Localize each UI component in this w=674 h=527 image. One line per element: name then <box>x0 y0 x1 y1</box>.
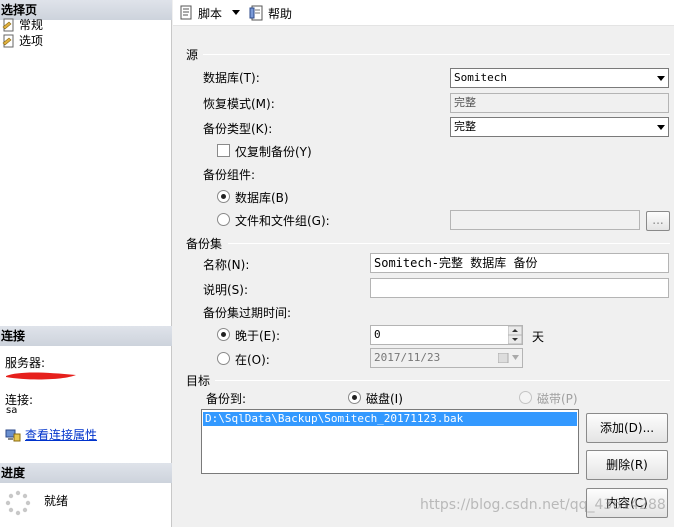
page-item-label: 选项 <box>19 34 44 48</box>
script-icon <box>180 5 192 20</box>
page-item-label: 常规 <box>19 18 44 32</box>
script-button[interactable]: 脚本 <box>179 4 241 22</box>
connection-properties-icon <box>5 429 21 441</box>
remove-destination-button[interactable]: 删除(R) <box>586 450 668 480</box>
destination-group-title: 目标 <box>186 374 211 388</box>
page-icon <box>2 34 14 48</box>
source-group-title: 源 <box>186 48 199 62</box>
destination-tape-radio[interactable] <box>519 391 532 404</box>
backup-name-input[interactable]: Somitech-完整 数据库 备份 <box>370 253 669 273</box>
backup-type-label: 备份类型(K): <box>203 122 273 136</box>
progress-header: 进度 <box>0 463 172 483</box>
copy-only-checkbox[interactable] <box>217 144 230 157</box>
destination-disk-label: 磁盘(I) <box>366 392 403 406</box>
source-group-divider <box>203 54 670 55</box>
list-item[interactable]: D:\SqlData\Backup\Somitech_20171123.bak <box>203 412 577 426</box>
destination-tape-label: 磁带(P) <box>537 392 578 406</box>
database-value: Somitech <box>454 71 507 84</box>
progress-spinner-icon <box>5 490 31 516</box>
contents-button[interactable]: 内容(C) <box>586 488 668 518</box>
component-database-label: 数据库(B) <box>235 191 289 205</box>
backup-name-label: 名称(N): <box>203 258 250 272</box>
view-connection-properties[interactable]: 查看连接属性 <box>5 426 97 443</box>
days-unit-label: 天 <box>532 330 545 344</box>
chevron-down-icon <box>657 125 665 130</box>
files-browse-button[interactable]: ... <box>646 211 670 231</box>
backup-set-group-title: 备份集 <box>186 237 223 251</box>
page-item-general[interactable]: 常规 <box>2 17 43 33</box>
help-button[interactable]: 帮助 <box>249 4 292 22</box>
view-connection-link[interactable]: 查看连接属性 <box>25 426 97 443</box>
destination-list[interactable]: D:\SqlData\Backup\Somitech_20171123.bak <box>201 409 579 474</box>
expire-on-radio[interactable] <box>217 352 230 365</box>
page-icon <box>2 18 14 32</box>
help-icon <box>249 5 263 21</box>
left-pane: 选择页 常规 选项 连接 服务器: 连接: sa 查看连接属性 进度 就绪 <box>0 0 172 527</box>
copy-only-label: 仅复制备份(Y) <box>235 145 312 159</box>
chevron-down-icon <box>232 10 241 15</box>
connection-user: sa <box>6 405 18 416</box>
destination-disk-radio[interactable] <box>348 391 361 404</box>
expire-label: 备份集过期时间: <box>203 306 292 320</box>
database-label: 数据库(T): <box>203 71 260 85</box>
component-files-radio[interactable] <box>217 213 230 226</box>
add-destination-button[interactable]: 添加(D)... <box>586 413 668 443</box>
help-label: 帮助 <box>268 6 293 21</box>
expire-days-stepper[interactable]: 0 <box>370 325 523 345</box>
description-input[interactable] <box>370 278 669 298</box>
backup-to-label: 备份到: <box>206 392 247 406</box>
connection-header: 连接 <box>0 326 172 346</box>
calendar-dropdown-icon <box>498 353 519 363</box>
backup-type-value: 完整 <box>454 120 476 133</box>
backup-set-group-divider <box>228 243 670 244</box>
toolbar: 脚本 帮助 <box>173 0 674 26</box>
page-item-options[interactable]: 选项 <box>2 33 43 49</box>
database-select[interactable]: Somitech <box>450 68 669 88</box>
backup-type-select[interactable]: 完整 <box>450 117 669 137</box>
stepper-arrows-icon[interactable] <box>508 326 522 344</box>
component-files-label: 文件和文件组(G): <box>235 214 330 228</box>
component-database-radio[interactable] <box>217 190 230 203</box>
recovery-model-value: 完整 <box>450 93 669 113</box>
expire-date-value: 2017/11/23 <box>374 351 441 364</box>
description-label: 说明(S): <box>203 283 249 297</box>
expire-date-picker[interactable]: 2017/11/23 <box>370 348 523 368</box>
expire-on-label: 在(O): <box>235 353 270 367</box>
recovery-model-label: 恢复模式(M): <box>203 97 275 111</box>
backup-components-label: 备份组件: <box>203 168 256 182</box>
destination-group-divider <box>215 380 670 381</box>
files-field <box>450 210 640 230</box>
expire-days-value: 0 <box>374 328 381 341</box>
redaction-mark <box>6 372 76 380</box>
expire-after-radio[interactable] <box>217 328 230 341</box>
progress-status: 就绪 <box>44 494 69 508</box>
script-label: 脚本 <box>198 6 223 21</box>
expire-after-label: 晚于(E): <box>235 329 280 343</box>
chevron-down-icon <box>657 76 665 81</box>
